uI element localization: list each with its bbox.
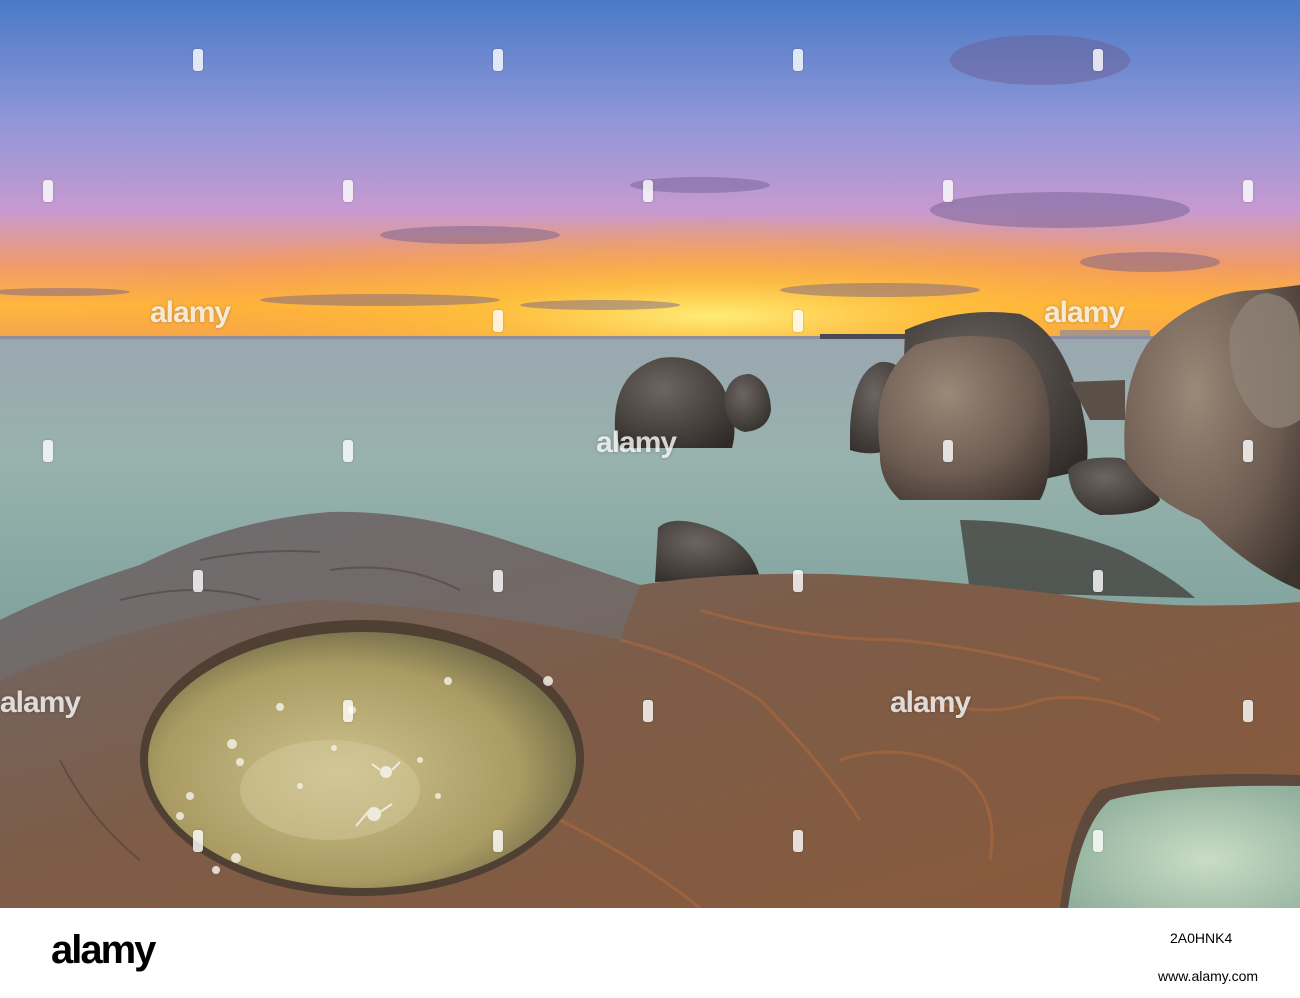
footer-bar: alamy 2A0HNK4 www.alamy.com xyxy=(0,908,1300,998)
image-id: 2A0HNK4 xyxy=(1170,930,1233,946)
stock-photo-page: alamy alamy alamy alamy alamy alamy 2A0H… xyxy=(0,0,1300,998)
site-url[interactable]: www.alamy.com xyxy=(1158,968,1258,984)
alamy-logo[interactable]: alamy xyxy=(51,928,156,973)
seascape-photo xyxy=(0,0,1300,908)
